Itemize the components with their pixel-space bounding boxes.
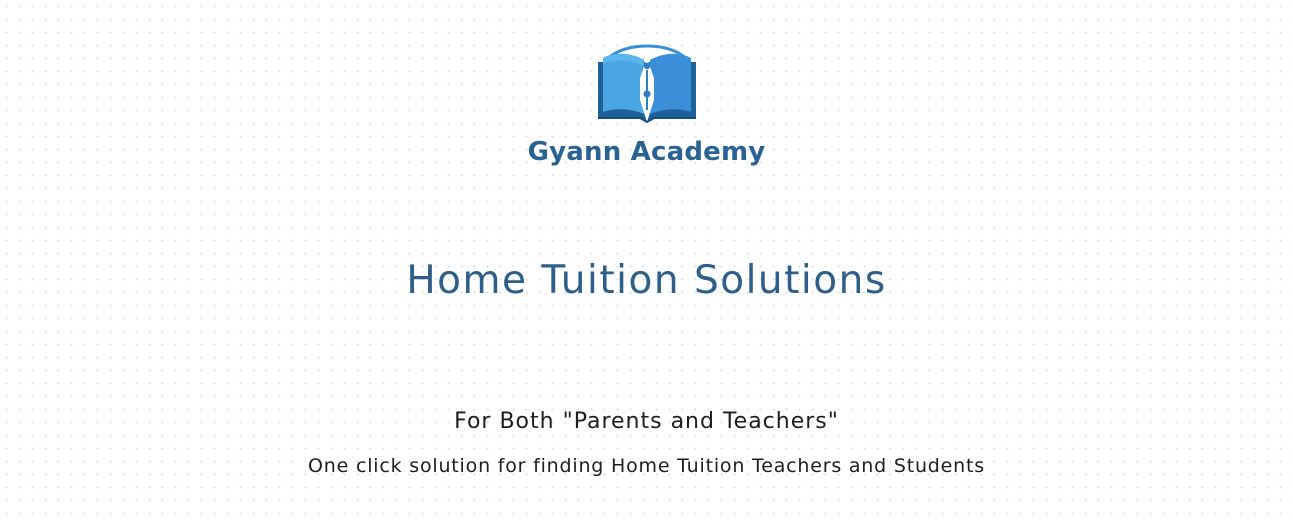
brand-name[interactable]: Gyann Academy: [0, 137, 1293, 167]
open-book-with-pen-nib-icon: [597, 44, 696, 124]
hero-subtitle: For Both "Parents and Teachers": [454, 409, 839, 434]
page-title: Home Tuition Solutions: [406, 258, 887, 303]
logo[interactable]: [0, 14, 1293, 132]
hero-tagline: One click solution for finding Home Tuit…: [308, 455, 985, 477]
landing-page: Gyann Academy Home Tuition Solutions For…: [0, 0, 1293, 521]
